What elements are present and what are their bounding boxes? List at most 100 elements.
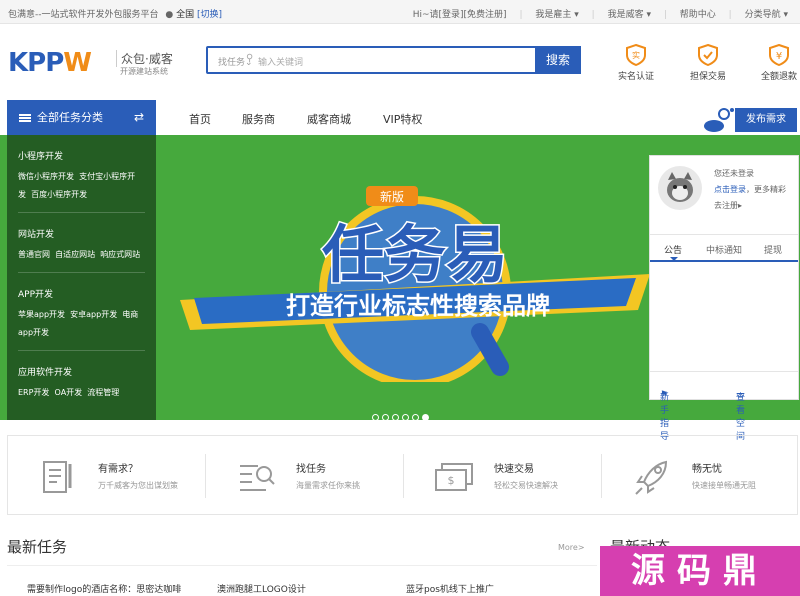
employer-menu[interactable]: 我是雇主 ▾	[535, 10, 578, 20]
feature-worry-free[interactable]: 畅无忧 快速接单畅通无阻	[602, 436, 800, 514]
feature-title: 快速交易	[494, 464, 534, 475]
nav-vip[interactable]: VIP特权	[383, 111, 422, 127]
publish-demand-button[interactable]: 发布需求	[735, 108, 797, 132]
svg-text:$: $	[448, 474, 455, 487]
search-input[interactable]: 输入关键词	[258, 55, 303, 68]
banner-slogan: 打造行业标志性搜索品牌	[286, 292, 550, 320]
carousel-dot[interactable]	[372, 414, 379, 421]
carousel-dot-active[interactable]	[422, 414, 429, 421]
carousel-dots	[372, 406, 432, 425]
svg-text:¥: ¥	[776, 51, 782, 62]
nav-service-providers[interactable]: 服务商	[242, 111, 275, 127]
site-logo[interactable]: KPPW 众包·威客 开源建站系统	[8, 48, 173, 78]
badge-refund[interactable]: ¥ 全额退款	[754, 44, 800, 82]
badge-real-name-label: 实名认证	[617, 72, 654, 82]
not-logged-in-text: 您还未登录	[714, 169, 754, 178]
swap-icon: ⇄	[133, 110, 144, 124]
search-button[interactable]: 搜索	[535, 46, 581, 74]
category-link[interactable]: 安卓app开发	[70, 310, 117, 319]
employer-menu-label: 我是雇主	[535, 10, 572, 20]
task-item[interactable]: 蓝牙pos机线下上推广	[406, 582, 494, 595]
category-title[interactable]: 网站开发	[18, 227, 145, 240]
feature-title: 找任务	[296, 464, 326, 475]
carousel-dot[interactable]	[402, 414, 409, 421]
logo-w: W	[63, 48, 92, 78]
nav-home[interactable]: 首页	[189, 111, 211, 127]
svg-text:实: 实	[632, 50, 640, 60]
more-link[interactable]: More>	[558, 543, 585, 552]
login-link[interactable]: [登录]	[439, 10, 464, 20]
cat-avatar-icon	[667, 172, 693, 202]
register-link-panel[interactable]: 去注册	[714, 201, 738, 210]
menu-icon	[19, 114, 31, 122]
category-link[interactable]: OA开发	[55, 388, 83, 397]
carousel-dot[interactable]	[412, 414, 419, 421]
search-list-icon	[240, 465, 275, 491]
latest-tasks-heading: 最新任务	[7, 538, 68, 556]
feature-demand[interactable]: 有需求？ 万千威客为您出谋划策	[8, 436, 206, 514]
carousel-dot[interactable]	[382, 414, 389, 421]
category-title[interactable]: APP开发	[18, 287, 145, 300]
task-item[interactable]: 澳洲跑腿工LOGO设计	[217, 582, 306, 595]
category-title[interactable]: 应用软件开发	[18, 365, 145, 378]
feature-desc: 海量需求任你来挑	[296, 481, 360, 490]
witkey-menu[interactable]: 我是威客 ▾	[608, 10, 651, 20]
category-nav-label: 分类导航	[744, 10, 781, 20]
tab-withdraw[interactable]: 提现	[764, 243, 782, 256]
tab-bid-notice[interactable]: 中标通知	[706, 243, 742, 256]
banner-artwork: 新版 任务易 打造行业标志性搜索品牌	[180, 186, 650, 382]
category-link[interactable]: 百度小程序开发	[31, 190, 87, 199]
feature-find-task[interactable]: 找任务 海量需求任你来挑	[206, 436, 404, 514]
help-center-link[interactable]: 帮助中心	[680, 10, 716, 20]
task-item[interactable]: 需要制作logo的酒店名称：思密达咖啡	[27, 582, 181, 595]
guarantee-icon	[698, 44, 718, 66]
notice-tabs: 公告 中标通知 提现	[650, 234, 798, 262]
category-link[interactable]: 微信小程序开发	[18, 172, 74, 181]
switch-city-link[interactable]: [切换]	[197, 10, 222, 20]
search-box: 找任务⌄ ⚲ 输入关键词 搜索	[206, 46, 581, 74]
search-icon: ⚲	[246, 53, 254, 64]
avatar	[658, 166, 702, 210]
tab-notice[interactable]: 公告	[664, 243, 682, 256]
category-link[interactable]: 自适应网站	[55, 250, 95, 259]
refund-icon: ¥	[769, 44, 789, 66]
feature-fast-trade[interactable]: $ 快速交易 轻松交易快速解决	[404, 436, 602, 514]
all-categories-label: 全部任务分类	[37, 111, 103, 124]
main-nav: 全部任务分类 ⇄ 首页 服务商 威客商城 VIP特权 发布需求	[0, 100, 800, 135]
money-icon: $	[435, 463, 473, 491]
search-category-label: 找任务	[218, 58, 246, 68]
logo-subtitle: 众包·威客	[116, 50, 173, 67]
feature-title: 畅无忧	[692, 464, 722, 475]
logo-kpp: KPP	[8, 48, 64, 78]
rocket-icon	[635, 460, 668, 495]
login-link-panel[interactable]: 点击登录	[714, 185, 746, 194]
badge-real-name[interactable]: 实 实名认证	[611, 44, 661, 82]
real-name-icon: 实	[626, 44, 646, 66]
watermark: 源码鼎	[600, 546, 800, 596]
badge-guarantee[interactable]: 担保交易	[683, 44, 733, 82]
user-panel-footer: ⚑ 新手指导 ▭ 查看空间	[650, 371, 798, 442]
category-group: APP开发 苹果app开发 安卓app开发 电商app开发	[18, 273, 145, 351]
top-bar: 包满意--一站式软件开发外包服务平台 ● 全国 [切换] Hi~请[登录][免费…	[0, 0, 800, 24]
badge-guarantee-label: 担保交易	[689, 72, 726, 82]
category-group: 应用软件开发 ERP开发 OA开发 流程管理	[18, 351, 145, 410]
document-icon	[43, 461, 72, 493]
category-sidebar: 小程序开发 微信小程序开发 支付宝小程序开发 百度小程序开发 网站开发 普通官网…	[7, 135, 156, 420]
map-pin-icon: ●	[165, 10, 174, 20]
features-strip: 有需求？ 万千威客为您出谋划策 找任务 海量需求任你来挑 $ 快速交易 轻松交易…	[7, 435, 798, 515]
category-link[interactable]: 流程管理	[87, 388, 119, 397]
carousel-dot[interactable]	[392, 414, 399, 421]
category-link[interactable]: 响应式网站	[100, 250, 140, 259]
category-link[interactable]: 苹果app开发	[18, 310, 65, 319]
register-link[interactable]: [免费注册]	[464, 10, 507, 20]
category-link[interactable]: ERP开发	[18, 388, 49, 397]
active-tab-caret	[670, 257, 678, 261]
greeting-text: Hi~请	[412, 10, 439, 20]
feature-desc: 万千威客为您出谋划策	[98, 481, 178, 490]
nav-witkey-mall[interactable]: 威客商城	[307, 111, 351, 127]
category-nav-menu[interactable]: 分类导航 ▾	[745, 10, 788, 20]
all-categories-button[interactable]: 全部任务分类 ⇄	[7, 100, 156, 135]
logo-tagline: 开源建站系统	[120, 67, 168, 76]
category-title[interactable]: 小程序开发	[18, 149, 145, 162]
category-link[interactable]: 普通官网	[18, 250, 50, 259]
